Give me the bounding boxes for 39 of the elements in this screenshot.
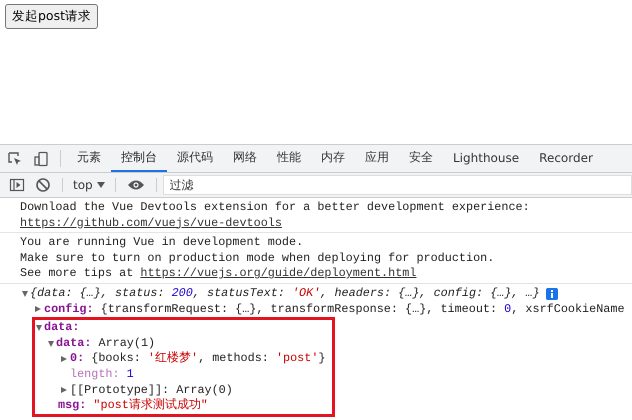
devtools-tab[interactable]: 安全 xyxy=(399,145,443,172)
devtools-tab[interactable]: 应用 xyxy=(355,145,399,172)
context-dropdown[interactable]: top xyxy=(69,178,109,192)
console-text: You are running Vue in development mode. xyxy=(20,235,304,251)
devtools-tab[interactable]: 性能 xyxy=(267,145,311,172)
console-link[interactable]: https://vuejs.org/guide/deployment.html xyxy=(140,266,416,282)
devtools-tab[interactable]: 内存 xyxy=(311,145,355,172)
devtools-tab[interactable]: 元素 xyxy=(67,145,111,172)
post-request-button[interactable]: 发起post请求 xyxy=(5,4,98,29)
device-toolbar-icon[interactable] xyxy=(33,150,49,166)
devtools-tab[interactable]: 源代码 xyxy=(167,145,223,172)
devtools-tab[interactable]: Lighthouse xyxy=(443,145,530,172)
console-link[interactable]: https://github.com/vuejs/vue-devtools xyxy=(20,216,282,232)
property-line: [[Prototype]]: Array(0) xyxy=(70,382,233,398)
property-line: 0: {books: '红楼梦', methods: 'post'} xyxy=(70,351,326,367)
disclosure-triangle-icon[interactable] xyxy=(36,324,42,331)
console-text: See more tips at xyxy=(20,266,134,282)
eye-icon[interactable] xyxy=(126,179,145,191)
property-line: data: xyxy=(44,320,80,336)
caret-icon xyxy=(96,182,105,188)
property-line: config: {transformRequest: {…}, transformResponse: {…}, timeout: 0, xsrfCookieName xyxy=(44,302,625,318)
devtools-tab[interactable]: Recorder xyxy=(529,145,603,172)
inspect-element-icon[interactable] xyxy=(7,150,23,166)
console-text: Download the Vue Devtools extension for a better development experience: xyxy=(20,200,530,216)
property-line: length: 1 xyxy=(70,366,134,383)
console-text: Make sure to turn on production mode when deploying for production. xyxy=(20,250,494,266)
disclosure-triangle-icon[interactable] xyxy=(35,306,41,312)
disclosure-triangle-icon[interactable] xyxy=(48,340,54,347)
clear-console-icon[interactable] xyxy=(35,177,51,193)
devtools-tab[interactable]: 网络 xyxy=(223,145,267,172)
filter-field[interactable]: 过滤 xyxy=(162,175,632,195)
disclosure-triangle-icon[interactable] xyxy=(61,387,67,394)
property-line: data: Array(1) xyxy=(56,336,156,352)
object-summary: {data: {…}, status: 200, statusText: 'OK', headers: {…}, config: {…}, …} xyxy=(30,286,540,302)
disclosure-triangle-icon[interactable] xyxy=(22,290,28,297)
property-line: msg: "post请求测试成功" xyxy=(58,398,208,414)
info-icon xyxy=(546,288,558,300)
sidebar-toggle-icon[interactable] xyxy=(9,177,25,193)
disclosure-triangle-icon[interactable] xyxy=(61,356,67,362)
